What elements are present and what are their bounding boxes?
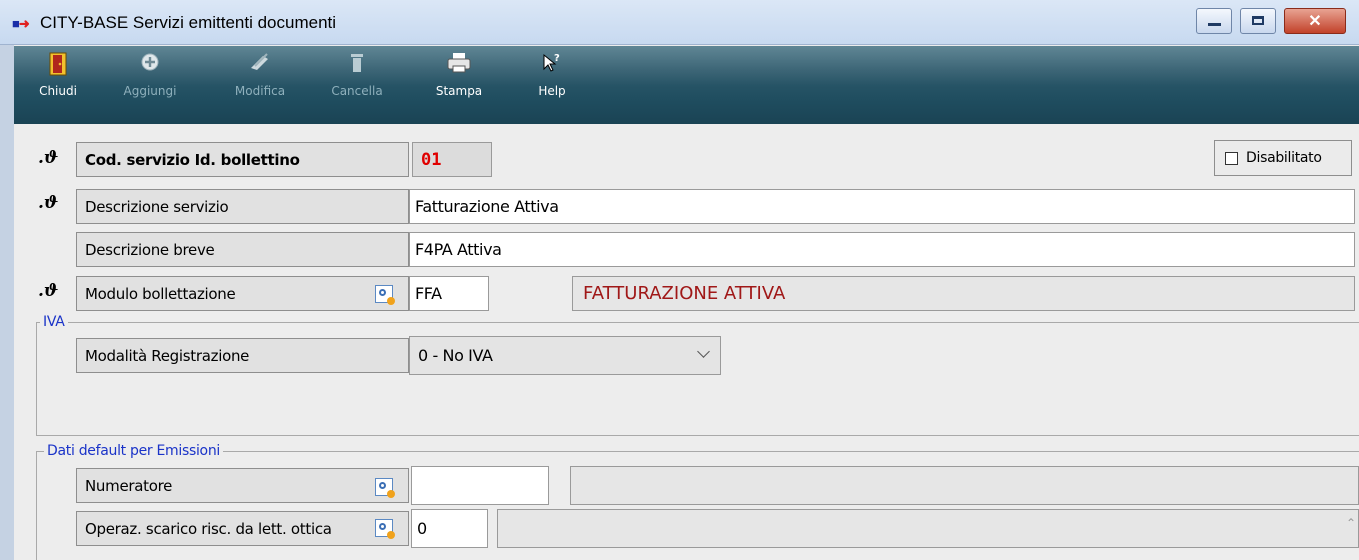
aggiungi-button[interactable]: Aggiungi [116, 52, 184, 122]
numeratore-label: Numeratore [76, 468, 409, 503]
modulo-bollettazione-description: FATTURAZIONE ATTIVA [572, 276, 1355, 311]
operaz-scarico-label: Operaz. scarico risc. da lett. ottica [76, 511, 409, 546]
stampa-button[interactable]: Stampa [434, 52, 484, 122]
numeratore-input[interactable] [411, 466, 549, 505]
required-pencil-icon: .ϑ [38, 193, 59, 213]
scroll-up-icon[interactable]: ⌃ [1346, 516, 1356, 530]
cod-servizio-value: 01 [412, 142, 492, 177]
checkbox-icon[interactable] [1225, 151, 1238, 165]
emissioni-group-title: Dati default per Emissioni [44, 443, 223, 459]
window-left-edge [0, 45, 14, 560]
disabilitato-checkbox[interactable]: Disabilitato [1214, 140, 1352, 176]
app-arrow-icon: ■➜ [12, 16, 30, 31]
help-cursor-icon: ? [534, 52, 570, 78]
operaz-scarico-description [497, 509, 1359, 548]
modulo-lookup-search-icon[interactable] [375, 285, 395, 305]
modifica-button[interactable]: Modifica [230, 52, 290, 122]
maximize-icon [1252, 16, 1264, 25]
operaz-scarico-input[interactable]: 0 [411, 509, 488, 548]
modalita-registrazione-select[interactable]: 0 - No IVA [409, 336, 721, 375]
maximize-button[interactable] [1240, 8, 1276, 34]
descrizione-servizio-input[interactable]: Fatturazione Attiva [409, 189, 1355, 224]
numeratore-lookup-search-icon[interactable] [375, 478, 395, 498]
iva-group-title: IVA [40, 314, 68, 330]
svg-text:?: ? [554, 53, 560, 64]
cod-servizio-label: Cod. servizio Id. bollettino [76, 142, 409, 177]
descrizione-breve-input[interactable]: F4PA Attiva [409, 232, 1355, 267]
operaz-scarico-lookup-search-icon[interactable] [375, 519, 395, 539]
minimize-icon [1208, 23, 1221, 26]
modulo-bollettazione-label: Modulo bollettazione [76, 276, 409, 311]
disabilitato-label: Disabilitato [1246, 150, 1322, 166]
printer-icon [434, 52, 484, 78]
cancella-button[interactable]: Cancella [322, 52, 392, 122]
chiudi-button[interactable]: Chiudi [38, 52, 78, 122]
door-exit-icon [38, 52, 78, 78]
plus-circle-icon [116, 52, 184, 78]
descrizione-breve-label: Descrizione breve [76, 232, 409, 267]
required-pencil-icon: .ϑ [38, 148, 59, 168]
help-button[interactable]: ? Help [534, 52, 570, 122]
minimize-button[interactable] [1196, 8, 1232, 34]
modalita-registrazione-label: Modalità Registrazione [76, 338, 409, 373]
trash-icon [322, 52, 392, 78]
chevron-down-icon [697, 345, 710, 358]
close-icon: ✕ [1308, 13, 1322, 30]
window-title: CITY-BASE Servizi emittenti documenti [40, 13, 337, 32]
close-window-button[interactable]: ✕ [1284, 8, 1346, 34]
numeratore-description [570, 466, 1359, 505]
descrizione-servizio-label: Descrizione servizio [76, 189, 409, 224]
modalita-registrazione-value: 0 - No IVA [418, 346, 493, 365]
required-pencil-icon: .ϑ [38, 281, 59, 301]
edit-icon [230, 52, 290, 78]
window-title-bar: ■➜ CITY-BASE Servizi emittenti documenti… [0, 0, 1359, 45]
toolbar: Chiudi Aggiungi Modifica Cancella Stampa… [14, 46, 1359, 124]
modulo-bollettazione-code-input[interactable]: FFA [409, 276, 489, 311]
